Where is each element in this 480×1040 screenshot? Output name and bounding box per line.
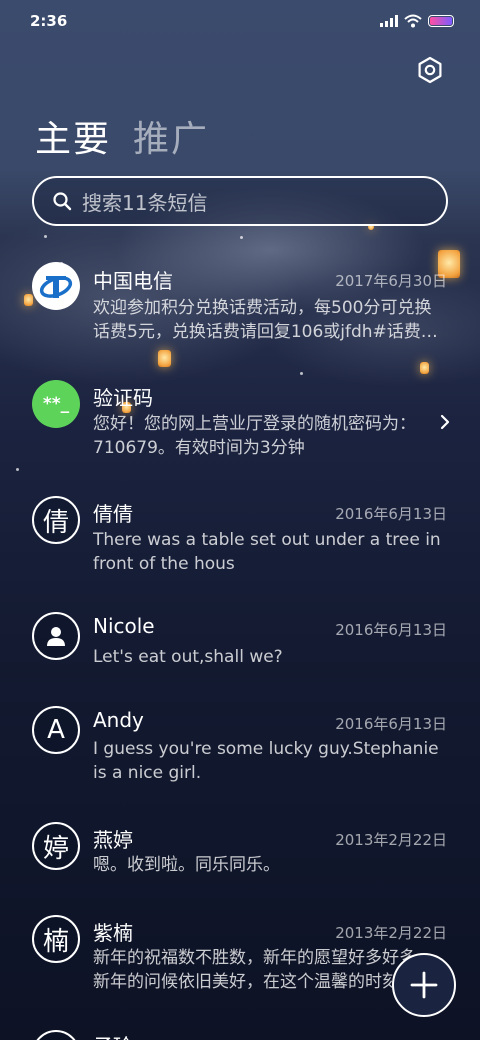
list-item[interactable]: 倩 倩倩 2016年6月13日 There was a table set ou…: [0, 496, 480, 586]
telecom-logo-icon: [39, 276, 73, 298]
avatar: 楠: [32, 915, 80, 963]
settings-icon[interactable]: [416, 56, 444, 84]
avatar: A: [32, 706, 80, 754]
search-icon: [53, 192, 72, 211]
list-item[interactable]: Nicole 2016年6月13日 Let's eat out,shall we…: [0, 612, 480, 682]
compose-button[interactable]: [392, 953, 456, 1017]
search-placeholder: 搜索11条短信: [82, 190, 208, 215]
list-item[interactable]: **_ 验证码 您好！您的网上营业厅登录的随机密码为： 710679。有效时间为…: [0, 380, 480, 470]
chevron-right-icon[interactable]: [438, 412, 452, 432]
avatar: 婷: [32, 822, 80, 870]
message-preview: There was a table set out under a tree i…: [93, 530, 441, 574]
battery-icon: [428, 15, 454, 27]
sender-name: 验证码: [93, 386, 153, 410]
message-date: 2017年6月30日: [335, 272, 447, 290]
status-icons: [380, 14, 454, 28]
lantern-decoration: [420, 362, 429, 374]
star-decoration: [44, 235, 47, 238]
sender-name: 燕婷: [93, 828, 133, 852]
status-time: 2:36: [30, 12, 68, 30]
message-preview: 您好！您的网上营业厅登录的随机密码为： 710679。有效时间为3分钟: [93, 414, 416, 458]
sender-name: 倩倩: [93, 502, 133, 526]
list-item[interactable]: 中国电信 2017年6月30日 欢迎参加积分兑换话费活动，每500分可兑换 话费…: [0, 260, 480, 360]
message-date: 2013年2月22日: [335, 924, 447, 942]
sender-name: 紫楠: [93, 921, 133, 945]
avatar-letter: 婷: [42, 833, 69, 864]
message-preview: I guess you're some lucky guy.Stephanie …: [93, 739, 439, 783]
avatar-label: **_: [42, 394, 70, 414]
sender-name: 中国电信: [93, 269, 173, 293]
message-preview: 欢迎参加积分兑换话费活动，每500分可兑换 话费5元，兑换话费请回复106或jf…: [93, 298, 448, 342]
message-preview: 嗯。收到啦。同乐同乐。: [93, 855, 280, 875]
star-decoration: [240, 236, 243, 239]
list-item[interactable]: 子玲: [0, 1030, 480, 1040]
plus-icon: [410, 971, 438, 999]
wifi-icon: [404, 14, 422, 28]
avatar-telecom: [32, 262, 80, 310]
message-date: 2016年6月13日: [335, 505, 447, 523]
sender-name: Andy: [93, 708, 144, 732]
list-item[interactable]: 婷 燕婷 2013年2月22日 嗯。收到啦。同乐同乐。: [0, 822, 480, 892]
avatar-letter: A: [47, 715, 65, 745]
avatar-letter: 倩: [42, 507, 69, 538]
avatar: [32, 612, 80, 660]
tab-bar: 主要 推广: [35, 110, 209, 162]
avatar-verification: **_: [32, 380, 80, 428]
list-item[interactable]: A Andy 2016年6月13日 I guess you're some lu…: [0, 706, 480, 796]
search-input[interactable]: 搜索11条短信: [32, 176, 448, 226]
avatar: 倩: [32, 496, 80, 544]
tab-promotions[interactable]: 推广: [133, 110, 209, 162]
message-date: 2016年6月13日: [335, 715, 447, 733]
sender-name: 子玲: [93, 1030, 133, 1040]
status-bar: 2:36: [0, 0, 480, 42]
sender-name: Nicole: [93, 614, 155, 638]
avatar: [32, 1030, 80, 1040]
person-icon: [47, 627, 65, 646]
message-date: 2013年2月22日: [335, 831, 447, 849]
signal-icon: [380, 15, 398, 27]
tab-primary[interactable]: 主要: [35, 110, 111, 162]
star-decoration: [300, 372, 303, 375]
message-date: 2016年6月13日: [335, 621, 447, 639]
avatar-letter: 楠: [42, 926, 69, 957]
message-preview: Let's eat out,shall we?: [93, 647, 283, 667]
